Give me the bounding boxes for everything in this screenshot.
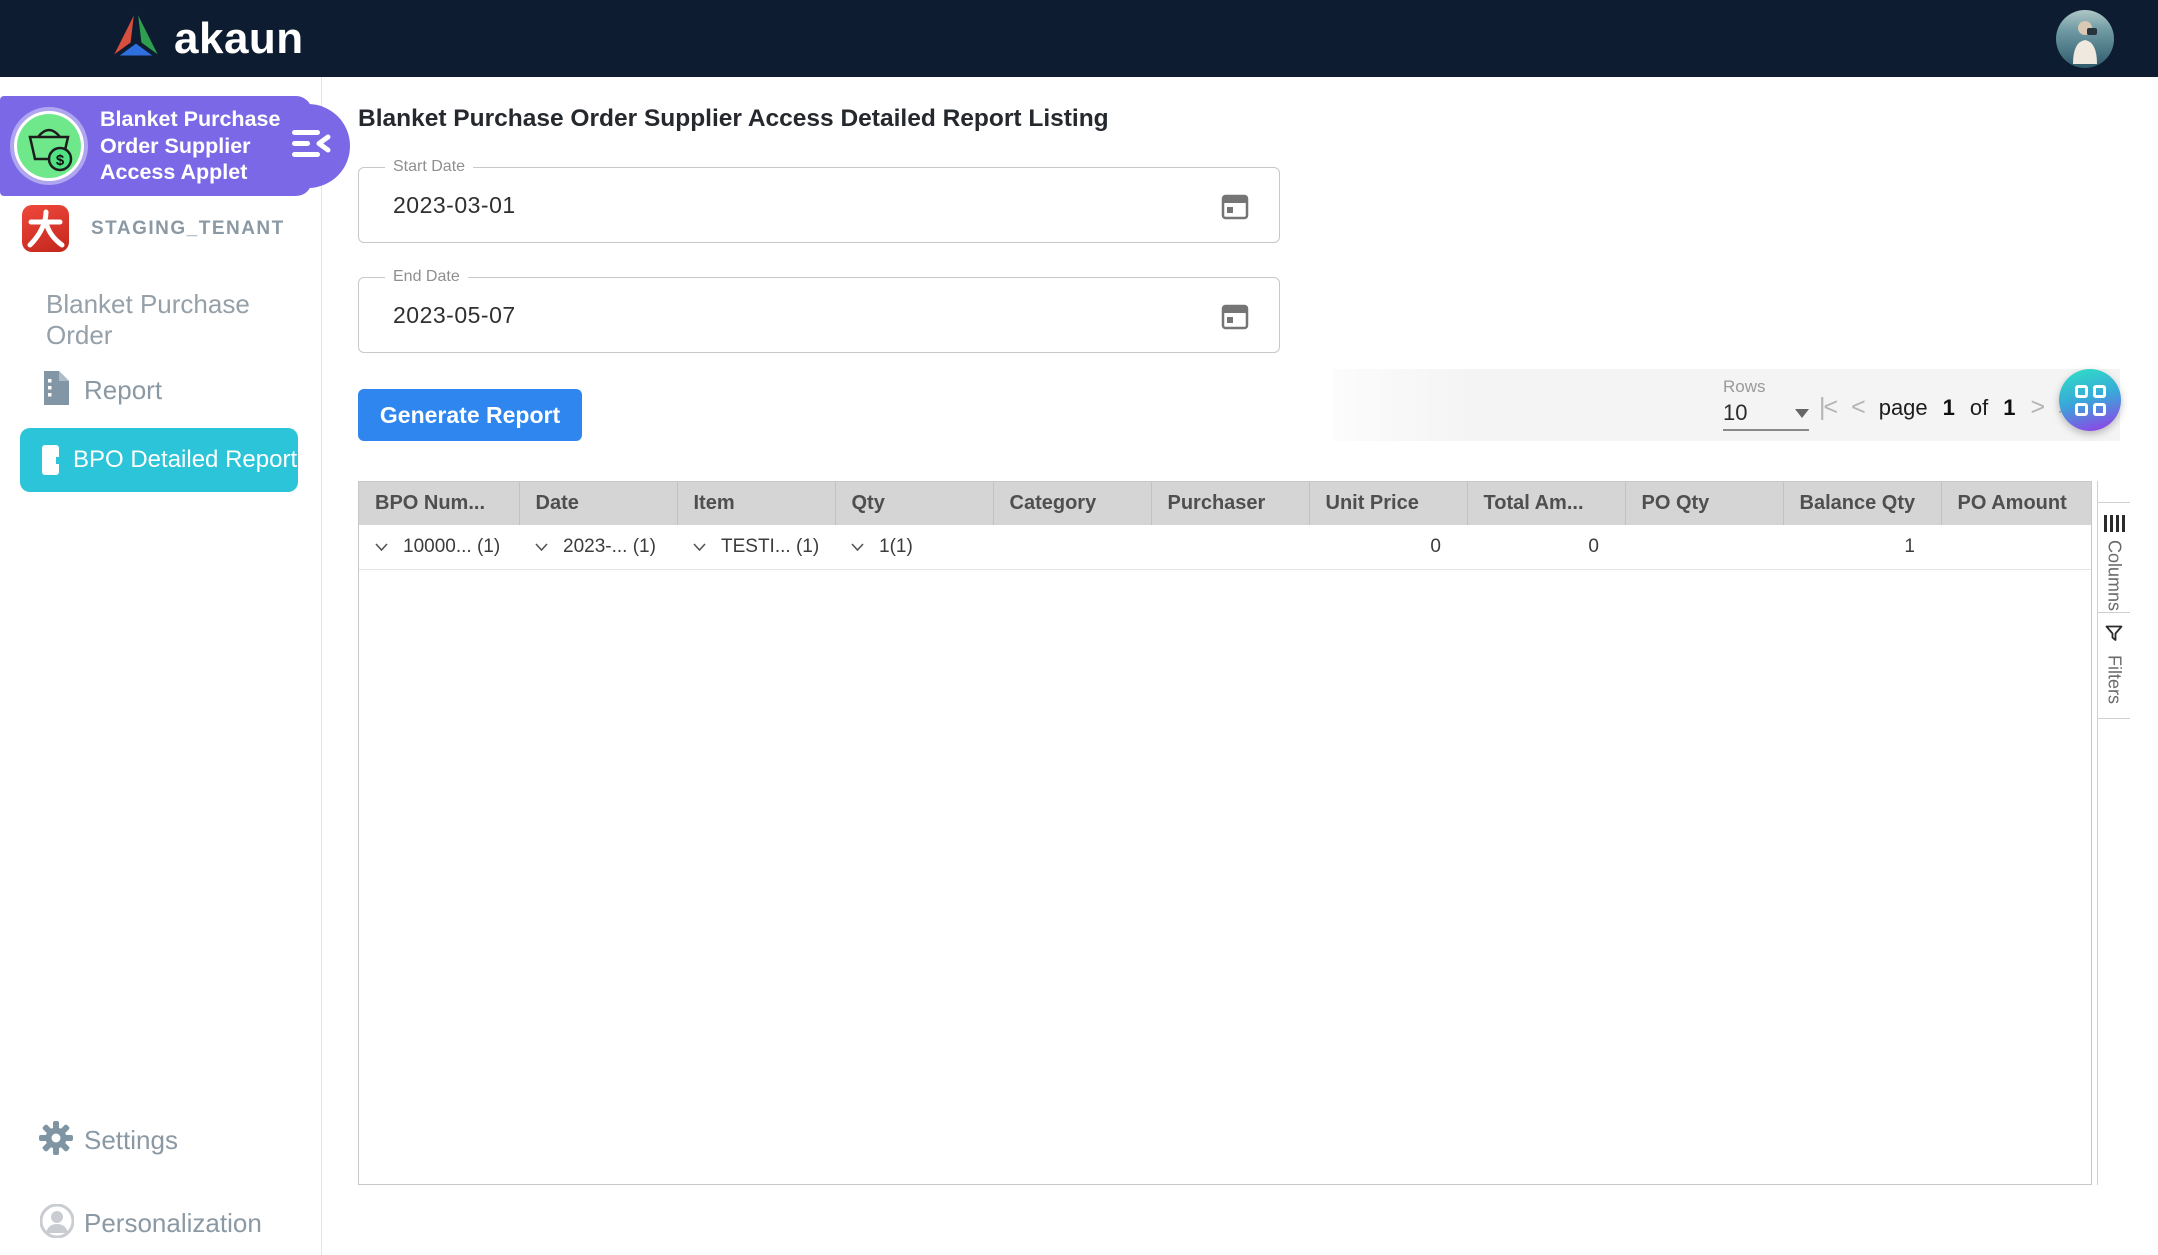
column-header-purchaser[interactable]: Purchaser [1151, 482, 1309, 525]
gear-icon [38, 1120, 74, 1161]
columns-panel-button[interactable]: Columns [2098, 503, 2130, 613]
rows-label: Rows [1723, 377, 1766, 397]
of-word: of [1970, 395, 1988, 421]
cell-item: TESTI... (1) [721, 536, 819, 558]
cell-purchaser [1151, 525, 1309, 569]
page-title: Blanket Purchase Order Supplier Access D… [358, 105, 1109, 133]
generate-report-button[interactable]: Generate Report [358, 389, 582, 441]
sidebar-collapse-icon[interactable] [292, 129, 332, 161]
column-header-bpo-number[interactable]: BPO Num... [359, 482, 519, 525]
first-page-icon[interactable]: |< [1819, 393, 1836, 422]
chevron-down-icon [693, 543, 706, 551]
filters-panel-label: Filters [2104, 655, 2125, 704]
pagination: |< < page 1 of 1 > >| [1819, 393, 2075, 422]
applet-icon: $ [8, 105, 90, 187]
sidebar-item-settings-label: Settings [84, 1125, 178, 1156]
sidebar-item-report-label: Report [84, 375, 162, 406]
item-group-toggle[interactable]: TESTI... (1) [693, 536, 835, 558]
table-side-panel: Columns Filters [2097, 481, 2130, 1185]
report-document-icon [40, 370, 70, 411]
brand: akaun [110, 12, 304, 65]
column-header-balance-qty[interactable]: Balance Qty [1783, 482, 1941, 525]
report-table-container: BPO Num... Date Item Qty Category Purcha… [358, 481, 2092, 1185]
sidebar-item-report[interactable]: Report [0, 365, 321, 415]
cell-po-amount [1941, 525, 2091, 569]
columns-icon [2104, 515, 2125, 532]
sidebar-item-personalization-label: Personalization [84, 1208, 262, 1239]
cell-balance-qty: 1 [1783, 525, 1941, 569]
cell-category [993, 525, 1151, 569]
column-header-total-amount[interactable]: Total Am... [1467, 482, 1625, 525]
column-header-po-amount[interactable]: PO Amount [1941, 482, 2091, 525]
brand-name: akaun [174, 14, 304, 64]
total-pages-number: 1 [2003, 395, 2015, 421]
top-navbar: akaun [0, 0, 2158, 77]
applet-title: Blanket Purchase Order Supplier Access A… [100, 106, 300, 186]
cell-po-qty [1625, 525, 1783, 569]
user-avatar[interactable] [2056, 10, 2114, 68]
sidebar: $ Blanket Purchase Order Supplier Access… [0, 77, 322, 1255]
date-group-toggle[interactable]: 2023-... (1) [535, 536, 677, 558]
end-date-field: End Date [358, 277, 1280, 353]
module-label[interactable]: Blanket Purchase Order [46, 289, 321, 351]
bpo-number-group-toggle[interactable]: 10000... (1) [375, 536, 519, 558]
table-toolbar: Rows 10 |< < page 1 of 1 > >| [1333, 369, 2120, 441]
report-table: BPO Num... Date Item Qty Category Purcha… [359, 482, 2091, 570]
column-header-qty[interactable]: Qty [835, 482, 993, 525]
sidebar-item-bpo-label: BPO Detailed Report [73, 446, 297, 474]
applet-header: $ Blanket Purchase Order Supplier Access… [0, 96, 312, 196]
rows-per-page-select[interactable]: 10 [1723, 397, 1809, 431]
current-page-number: 1 [1943, 395, 1955, 421]
svg-text:$: $ [56, 152, 65, 169]
cell-total-amount: 0 [1467, 525, 1625, 569]
columns-panel-label: Columns [2104, 540, 2125, 611]
chevron-down-icon [375, 543, 388, 551]
chevron-down-icon [851, 543, 864, 551]
chevron-down-icon [535, 543, 548, 551]
tenant-name: STAGING_TENANT [91, 218, 285, 240]
calendar-icon[interactable] [1221, 192, 1249, 225]
column-header-item[interactable]: Item [677, 482, 835, 525]
qty-group-toggle[interactable]: 1(1) [851, 536, 993, 558]
sidebar-item-settings[interactable]: Settings [0, 1117, 321, 1163]
cell-date: 2023-... (1) [563, 536, 656, 558]
start-date-input[interactable] [393, 168, 1173, 242]
column-header-date[interactable]: Date [519, 482, 677, 525]
side-panel-spacer [2098, 481, 2130, 503]
tenant-row[interactable]: STAGING_TENANT [22, 205, 285, 252]
end-date-input[interactable] [393, 278, 1173, 352]
cell-qty: 1(1) [879, 536, 913, 558]
table-row: 10000... (1) 2023-... (1) TESTI... (1) [359, 525, 2091, 569]
next-page-icon[interactable]: > [2031, 393, 2044, 422]
person-icon [40, 1204, 74, 1243]
grid-view-button[interactable] [2059, 369, 2121, 431]
cell-unit-price: 0 [1309, 525, 1467, 569]
grid-icon [2075, 385, 2106, 416]
cell-bpo-number: 10000... (1) [403, 536, 500, 558]
rows-per-page-value: 10 [1723, 400, 1747, 426]
calendar-icon[interactable] [1221, 302, 1249, 335]
table-header-row: BPO Num... Date Item Qty Category Purcha… [359, 482, 2091, 525]
filters-panel-button[interactable]: Filters [2098, 613, 2130, 719]
sidebar-item-bpo-detailed-report[interactable]: BPO Detailed Report [20, 428, 298, 492]
akaun-logo-icon [110, 12, 162, 65]
chevron-down-icon [1795, 409, 1809, 418]
page-word: page [1879, 395, 1928, 421]
column-header-category[interactable]: Category [993, 482, 1151, 525]
start-date-field: Start Date [358, 167, 1280, 243]
bpo-report-icon [42, 445, 59, 475]
prev-page-icon[interactable]: < [1851, 393, 1864, 422]
column-header-po-qty[interactable]: PO Qty [1625, 482, 1783, 525]
column-header-unit-price[interactable]: Unit Price [1309, 482, 1467, 525]
sidebar-item-personalization[interactable]: Personalization [0, 1200, 321, 1246]
filter-funnel-icon [2105, 625, 2123, 647]
tenant-logo-icon [22, 205, 69, 252]
